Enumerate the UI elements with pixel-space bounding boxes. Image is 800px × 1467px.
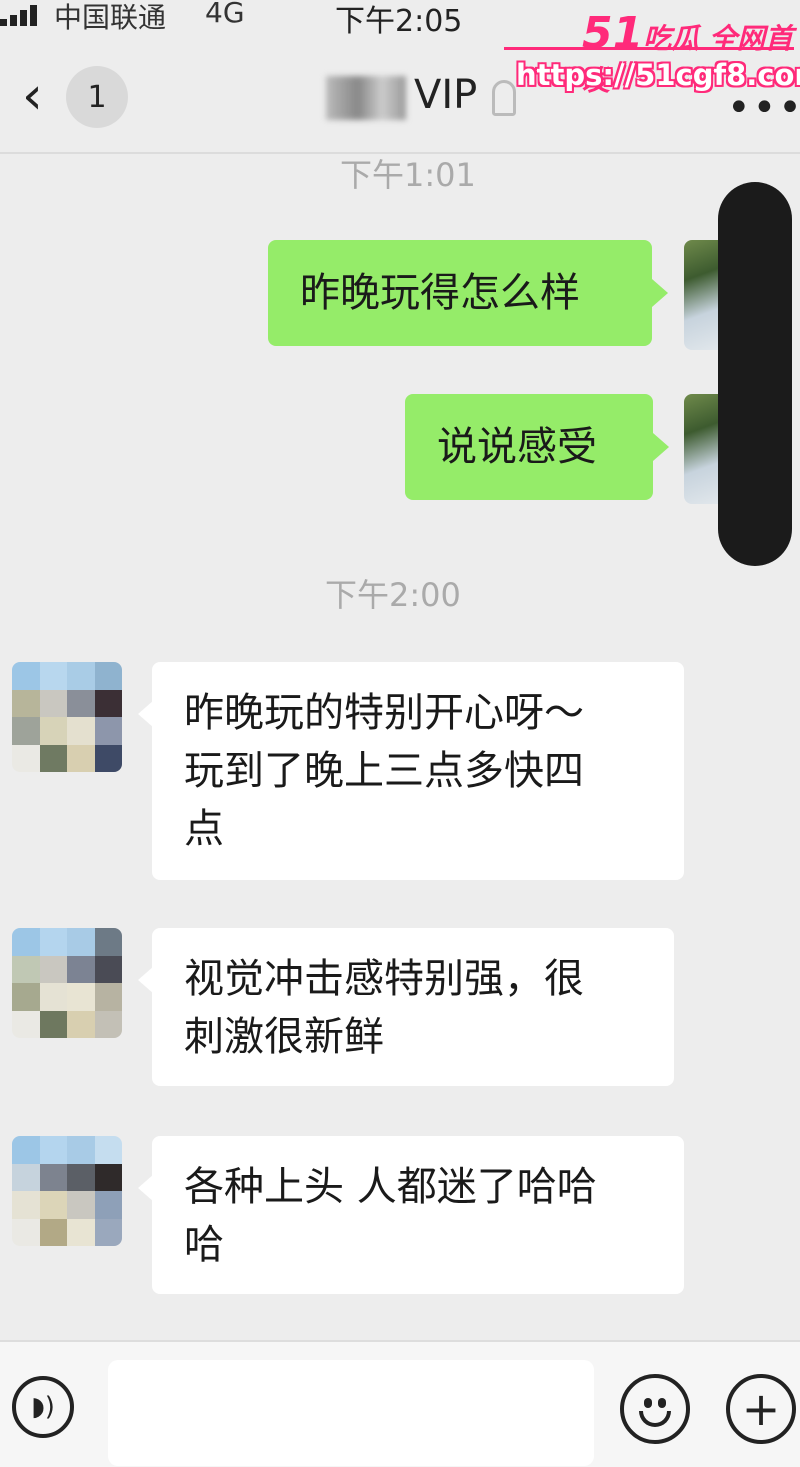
message-text: 说说感受 [437, 424, 597, 470]
unread-badge[interactable]: 1 [66, 66, 128, 128]
voice-icon: ◗) [31, 1392, 55, 1422]
watermark-number: 51 [582, 8, 644, 59]
emoji-icon-eye [644, 1398, 652, 1408]
more-button[interactable]: ••• [727, 88, 800, 128]
carrier-label: 中国联通 [54, 1, 167, 34]
message-line: 刺激很新鲜 [184, 1014, 384, 1060]
redaction-mark [718, 182, 792, 566]
message-timestamp: 下午1:01 [340, 156, 476, 194]
received-message-bubble[interactable]: 视觉冲击感特别强，很 刺激很新鲜 [152, 928, 674, 1086]
message-text: 昨晚玩得怎么样 [300, 270, 580, 316]
contact-avatar[interactable] [12, 1136, 122, 1246]
message-line: 点 [184, 806, 224, 852]
message-line: 玩到了晚上三点多快四 [184, 748, 584, 794]
ear-mode-icon [492, 80, 516, 116]
network-label: 4G [205, 0, 245, 29]
voice-button[interactable]: ◗) [12, 1376, 74, 1438]
emoji-button[interactable] [620, 1374, 690, 1444]
received-message-bubble[interactable]: 各种上头 人都迷了哈哈 哈 [152, 1136, 684, 1294]
plus-button[interactable]: + [726, 1374, 796, 1444]
watermark-underline [504, 47, 794, 50]
message-line: 哈 [184, 1222, 224, 1268]
emoji-icon [639, 1411, 671, 1427]
received-message-bubble[interactable]: 昨晚玩的特别开心呀～ 玩到了晚上三点多快四 点 [152, 662, 684, 880]
status-time: 下午2:05 [335, 4, 463, 39]
blurred-contact-name [326, 76, 406, 120]
bubble-tail [652, 279, 668, 307]
sent-message-bubble[interactable]: 昨晚玩得怎么样 [268, 240, 652, 346]
message-timestamp: 下午2:00 [325, 576, 461, 614]
chat-title: VIP [414, 72, 478, 118]
sent-message-bubble[interactable]: 说说感受 [405, 394, 653, 500]
message-line: 视觉冲击感特别强，很 [184, 956, 584, 1002]
message-line: 各种上头 人都迷了哈哈 [184, 1164, 597, 1210]
message-input[interactable] [108, 1360, 594, 1466]
back-button[interactable]: ‹ [22, 70, 43, 122]
bubble-tail [653, 433, 669, 461]
chevron-left-icon: ‹ [22, 66, 43, 126]
plus-icon: + [741, 1382, 781, 1436]
contact-avatar[interactable] [12, 662, 122, 772]
signal-icon [0, 4, 46, 26]
more-dots-icon: ••• [727, 85, 800, 131]
contact-avatar[interactable] [12, 928, 122, 1038]
emoji-icon-eye [658, 1398, 666, 1408]
message-line: 昨晚玩的特别开心呀～ [184, 690, 584, 736]
